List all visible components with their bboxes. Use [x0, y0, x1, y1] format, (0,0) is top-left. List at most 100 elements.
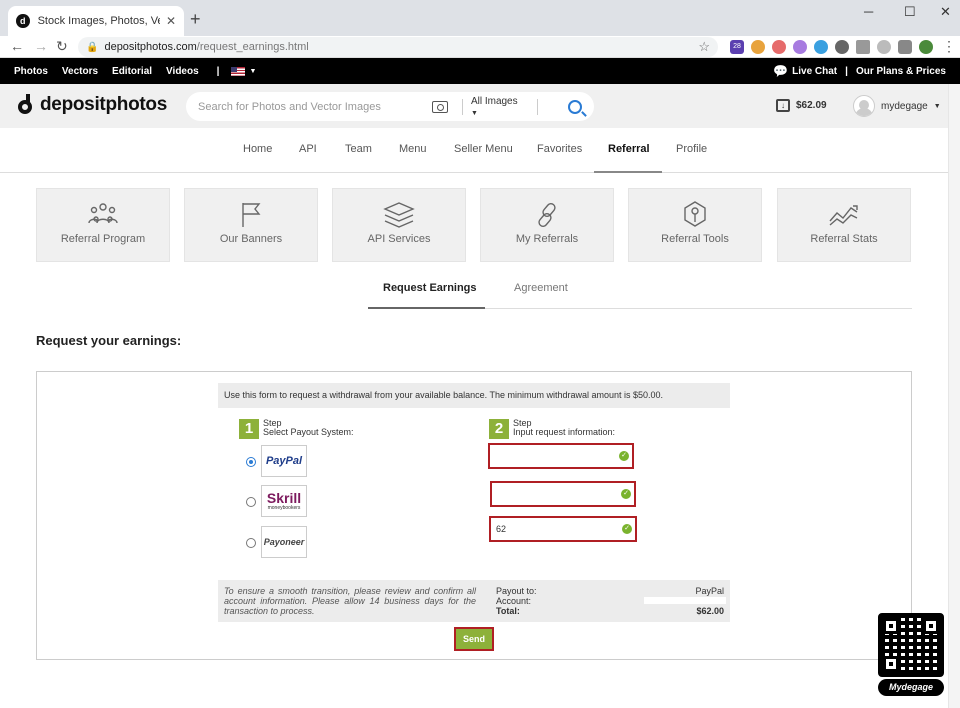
card-api-services[interactable]: API Services [332, 188, 466, 262]
browser-menu-icon[interactable]: ⋮ [942, 38, 956, 55]
balance-display[interactable]: ↓ $62.09 [776, 99, 827, 112]
chart-icon [829, 205, 858, 226]
caret-down-icon: ▼ [470, 109, 478, 117]
url-field[interactable]: 🔒 depositphotos.com/request_earnings.htm… [78, 37, 718, 57]
extension-icon[interactable] [877, 40, 891, 54]
radio-payoneer[interactable] [246, 538, 256, 548]
maximize-icon[interactable]: ☐ [904, 4, 916, 20]
page-scrollbar[interactable] [948, 84, 960, 708]
processing-note: To ensure a smooth transition, please re… [224, 586, 476, 616]
chevron-down-icon[interactable]: ▼ [249, 68, 256, 75]
page-title: Request your earnings: [36, 333, 182, 348]
search-input[interactable]: Search for Photos and Vector Images [198, 101, 432, 113]
radio-skrill[interactable] [246, 497, 256, 507]
account-value [644, 597, 726, 604]
top-link-photos[interactable]: Photos [14, 66, 48, 77]
tab-request-earnings[interactable]: Request Earnings [383, 282, 477, 294]
search-bar: Search for Photos and Vector Images All … [186, 92, 594, 121]
check-icon: ✓ [619, 451, 629, 461]
card-label: Referral Program [60, 233, 146, 245]
account-label: Account: [496, 596, 532, 606]
send-button[interactable]: Send [454, 627, 494, 651]
extension-icon[interactable] [856, 40, 870, 54]
paypal-logo-text: PayPal [265, 455, 303, 467]
reload-icon[interactable]: ↻ [56, 38, 68, 55]
live-chat-link[interactable]: Live Chat [792, 66, 837, 77]
extension-icon[interactable] [793, 40, 807, 54]
top-link-videos[interactable]: Videos [166, 66, 199, 77]
new-tab-button[interactable]: + [190, 9, 201, 30]
back-icon[interactable]: ← [10, 38, 24, 54]
radio-paypal[interactable] [246, 457, 256, 467]
check-icon: ✓ [621, 489, 631, 499]
browser-tabbar: d Stock Images, Photos, Vectors, Illu ✕ … [0, 0, 960, 36]
top-link-vectors[interactable]: Vectors [62, 66, 98, 77]
amount-field[interactable]: 62 ✓ [489, 516, 637, 542]
payoneer-logo[interactable]: Payoneer [261, 526, 307, 558]
nav-referral[interactable]: Referral [608, 143, 650, 155]
camera-icon[interactable] [432, 100, 448, 113]
extension-icon[interactable] [751, 40, 765, 54]
puzzle-icon[interactable] [898, 40, 912, 54]
step-2-badge: 2 [489, 419, 509, 439]
active-tab-underline [594, 171, 662, 173]
nav-seller-menu[interactable]: Seller Menu [454, 143, 513, 155]
extension-icon[interactable] [772, 40, 786, 54]
forward-icon[interactable]: → [34, 38, 48, 54]
account-email-field[interactable]: ✓ [488, 443, 634, 469]
balance-amount: $62.09 [796, 100, 827, 111]
amount-value: 62 [496, 524, 507, 534]
link-icon [538, 203, 556, 227]
site-header: depositphotos Search for Photos and Vect… [0, 84, 960, 128]
account-confirm-field[interactable]: ✓ [490, 481, 636, 507]
us-flag-icon[interactable] [231, 66, 246, 76]
card-label: Our Banners [219, 233, 283, 245]
profile-avatar-icon[interactable] [919, 40, 933, 54]
plans-prices-link[interactable]: Our Plans & Prices [856, 66, 946, 77]
nav-api[interactable]: API [299, 143, 317, 155]
extension-icon[interactable] [814, 40, 828, 54]
tools-icon [684, 201, 706, 227]
top-link-editorial[interactable]: Editorial [112, 66, 152, 77]
address-bar: ← → ↻ 🔒 depositphotos.com/request_earnin… [0, 36, 960, 58]
image-type-dropdown[interactable]: All Images ▼ [471, 96, 527, 118]
site-logo[interactable]: depositphotos [16, 94, 167, 116]
summary-row-total: Total: $62.00 [496, 606, 724, 616]
user-menu[interactable]: mydegage ▼ [853, 95, 941, 117]
nav-profile[interactable]: Profile [676, 143, 707, 155]
bookmark-star-icon[interactable]: ☆ [698, 39, 710, 55]
browser-tab[interactable]: d Stock Images, Photos, Vectors, Illu ✕ [8, 6, 184, 36]
step-1-badge: 1 [239, 419, 259, 439]
nav-favorites[interactable]: Favorites [537, 143, 582, 155]
skrill-logo[interactable]: Skrill moneybookers [261, 485, 307, 517]
avatar [853, 95, 875, 117]
window-close-icon[interactable]: ✕ [940, 4, 951, 20]
close-tab-icon[interactable]: ✕ [166, 14, 176, 28]
layers-icon [383, 202, 415, 228]
card-our-banners[interactable]: Our Banners [184, 188, 318, 262]
card-referral-stats[interactable]: Referral Stats [777, 188, 911, 262]
extension-icon[interactable] [835, 40, 849, 54]
nav-team[interactable]: Team [345, 143, 372, 155]
total-label: Total: [496, 606, 520, 616]
check-icon: ✓ [622, 524, 632, 534]
card-label: Referral Tools [661, 233, 729, 245]
paypal-logo[interactable]: PayPal [261, 445, 307, 477]
download-icon: ↓ [776, 99, 790, 112]
minimize-icon[interactable]: ─ [864, 4, 873, 19]
card-my-referrals[interactable]: My Referrals [480, 188, 614, 262]
total-value: $62.00 [696, 606, 724, 616]
step-desc: Input request information: [513, 427, 616, 437]
chat-bubble-icon: 💬 [773, 64, 789, 78]
skrill-logo-text: Skrill [266, 490, 302, 506]
nav-home[interactable]: Home [243, 143, 272, 155]
extension-badge-icon[interactable]: 28 [730, 40, 744, 54]
nav-menu[interactable]: Menu [399, 143, 427, 155]
card-referral-tools[interactable]: Referral Tools [628, 188, 762, 262]
payout-to-label: Payout to: [496, 586, 537, 596]
separator: | [216, 65, 220, 77]
card-referral-program[interactable]: Referral Program [36, 188, 170, 262]
search-icon[interactable] [568, 99, 583, 114]
step-2-text: Step Input request information: [513, 419, 615, 437]
tab-agreement[interactable]: Agreement [514, 282, 568, 294]
